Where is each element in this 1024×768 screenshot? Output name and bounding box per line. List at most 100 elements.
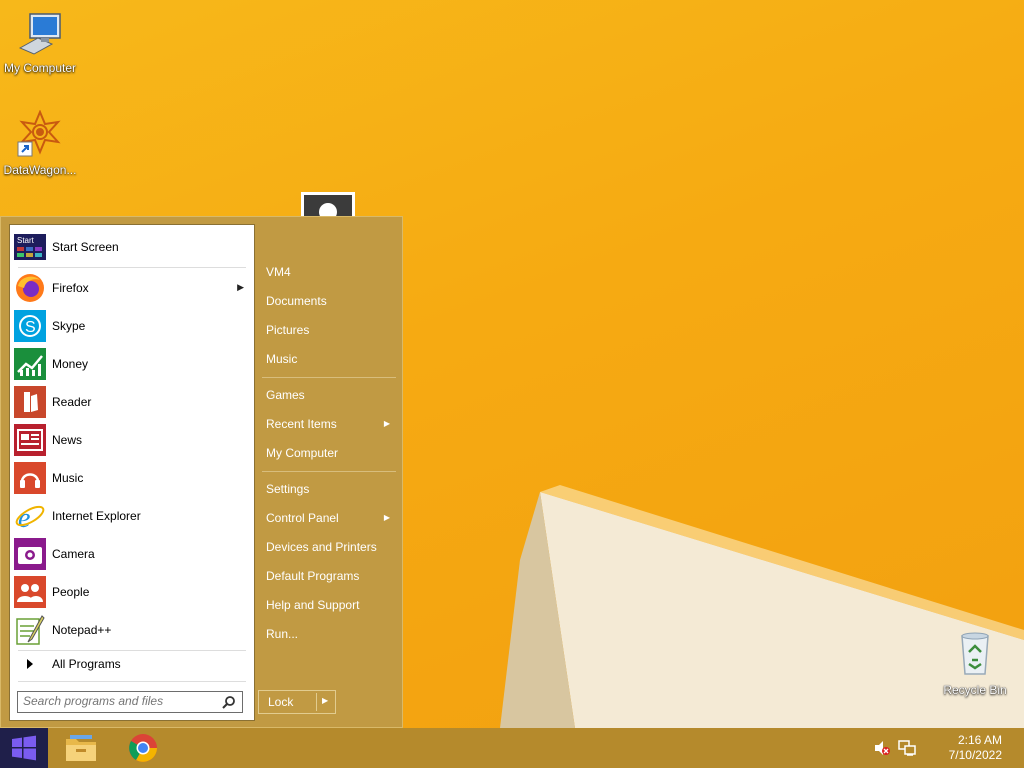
recycle-bin-icon — [961, 632, 989, 675]
desktop-icon-datawagon[interactable]: DataWagon... — [0, 109, 80, 177]
taskbar: 2:16 AM 7/10/2022 — [0, 728, 1024, 768]
submenu-arrow-icon: ▶ — [383, 513, 390, 522]
program-label: Firefox — [52, 281, 89, 295]
program-skype[interactable]: S Skype — [14, 308, 252, 344]
desktop-icon-label: My Computer — [3, 61, 77, 75]
menu-item-control-panel[interactable]: Control Panel ▶ — [258, 505, 398, 531]
taskbar-chrome[interactable] — [119, 730, 167, 766]
menu-item-recent-items[interactable]: Recent Items ▶ — [258, 411, 398, 437]
all-programs-label: All Programs — [52, 657, 121, 671]
program-label: Camera — [52, 547, 95, 561]
clock-time: 2:16 AM — [957, 733, 1002, 747]
program-reader[interactable]: Reader — [14, 384, 252, 420]
desktop-icon-label: DataWagon... — [3, 163, 77, 177]
separator — [18, 681, 246, 682]
lock-button[interactable]: Lock ▶ — [258, 690, 336, 714]
program-label: Music — [52, 471, 84, 485]
lock-label: Lock — [268, 695, 294, 709]
desktop-icon-recycle-bin[interactable]: Recycle Bin — [935, 630, 1015, 697]
program-label: Notepad++ — [52, 623, 112, 637]
program-notepad-plus-plus[interactable]: Notepad++ — [14, 612, 252, 648]
menu-item-label: Games — [266, 388, 305, 402]
separator — [262, 471, 396, 472]
program-label: Internet Explorer — [52, 509, 141, 523]
desktop-icon-label: Recycle Bin — [943, 683, 1007, 697]
taskbar-file-explorer[interactable] — [57, 730, 105, 766]
program-label: People — [52, 585, 90, 599]
program-internet-explorer[interactable]: e Internet Explorer — [14, 498, 252, 534]
menu-item-label: Music — [266, 352, 298, 366]
music-icon — [14, 462, 46, 494]
people-icon — [14, 576, 46, 608]
menu-item-settings[interactable]: Settings — [258, 476, 398, 502]
svg-text:S: S — [25, 319, 36, 336]
separator — [18, 267, 246, 268]
menu-item-label: Recent Items — [266, 417, 337, 431]
menu-item-label: Pictures — [266, 323, 310, 337]
program-news[interactable]: News — [14, 422, 252, 458]
menu-item-games[interactable]: Games — [258, 382, 398, 408]
datawagon-shortcut-icon — [17, 109, 61, 157]
menu-item-vm4[interactable]: VM4 — [258, 259, 398, 285]
menu-item-my-computer[interactable]: My Computer — [258, 440, 398, 466]
menu-item-documents[interactable]: Documents — [258, 288, 398, 314]
program-label: Money — [52, 357, 89, 371]
search-icon[interactable] — [222, 695, 236, 712]
windows-logo-icon — [12, 735, 36, 761]
program-people[interactable]: People — [14, 574, 252, 610]
skype-icon: S — [14, 310, 46, 342]
menu-item-label: Default Programs — [266, 569, 360, 583]
submenu-arrow-icon: ▶ — [383, 419, 390, 428]
reader-icon — [14, 386, 46, 418]
menu-item-label: Help and Support — [266, 598, 360, 612]
menu-item-devices-and-printers[interactable]: Devices and Printers — [258, 534, 398, 560]
program-camera[interactable]: Camera — [14, 536, 252, 572]
menu-item-label: Documents — [266, 294, 327, 308]
clock-date: 7/10/2022 — [948, 748, 1002, 762]
menu-item-pictures[interactable]: Pictures — [258, 317, 398, 343]
all-programs-button[interactable]: All Programs — [14, 652, 252, 676]
program-firefox[interactable]: Firefox ▶ — [14, 270, 252, 306]
separator — [18, 650, 246, 651]
program-label: Reader — [52, 395, 92, 409]
menu-item-default-programs[interactable]: Default Programs — [258, 563, 398, 589]
search-input[interactable] — [18, 692, 213, 710]
notepad-plus-plus-icon — [14, 614, 46, 646]
menu-item-music[interactable]: Music — [258, 346, 398, 372]
firefox-icon — [14, 272, 46, 304]
triangle-right-icon — [14, 652, 46, 676]
menu-item-label: VM4 — [266, 265, 291, 279]
menu-item-help-and-support[interactable]: Help and Support — [258, 592, 398, 618]
separator — [262, 377, 396, 378]
clock[interactable]: 2:16 AM 7/10/2022 — [949, 733, 1002, 763]
file-explorer-icon — [66, 735, 96, 761]
news-icon — [14, 424, 46, 456]
start-button[interactable] — [0, 728, 48, 768]
menu-item-label: Devices and Printers — [266, 540, 377, 554]
speaker-muted-icon[interactable] — [873, 740, 891, 759]
menu-item-label: My Computer — [266, 446, 339, 460]
money-icon — [14, 348, 46, 380]
camera-icon — [14, 538, 46, 570]
menu-item-label: Run... — [266, 627, 299, 641]
program-start-screen[interactable]: Start Start Screen — [14, 229, 252, 265]
submenu-arrow-icon: ▶ — [237, 282, 244, 292]
programs-pane: Start Start Screen Firefox ▶ S Skype Mon… — [9, 224, 255, 721]
svg-text:Start: Start — [17, 236, 35, 245]
desktop-icon-my-computer[interactable]: My Computer — [0, 8, 80, 75]
program-label: Start Screen — [52, 240, 119, 254]
menu-item-label: Control Panel — [266, 511, 339, 525]
chrome-icon — [129, 734, 157, 762]
computer-icon — [18, 13, 61, 55]
program-music[interactable]: Music — [14, 460, 252, 496]
lock-options-arrow-icon[interactable]: ▶ — [322, 696, 328, 705]
program-label: Skype — [52, 319, 86, 333]
menu-item-run[interactable]: Run... — [258, 621, 398, 647]
search-box[interactable] — [17, 691, 243, 713]
program-money[interactable]: Money — [14, 346, 252, 382]
program-label: News — [52, 433, 83, 447]
start-screen-icon: Start — [14, 231, 46, 263]
network-icon[interactable] — [898, 740, 916, 759]
separator — [316, 693, 317, 711]
internet-explorer-icon: e — [14, 500, 46, 532]
